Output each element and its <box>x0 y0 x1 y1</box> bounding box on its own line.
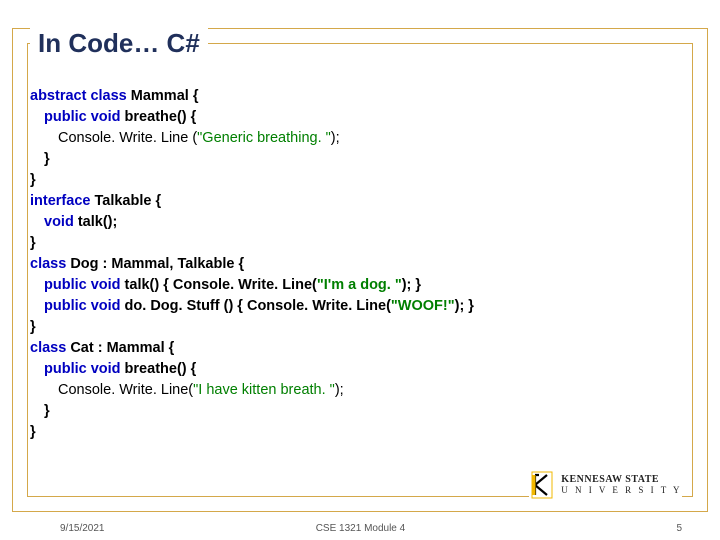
string-literal: "I have kitten breath. " <box>193 382 335 398</box>
footer-page-number: 5 <box>676 523 682 534</box>
keyword: public void <box>44 298 121 314</box>
footer-module: CSE 1321 Module 4 <box>45 523 677 534</box>
code-text: } <box>30 233 690 254</box>
code-text: breathe() { <box>121 109 197 125</box>
code-text: talk() { Console. Write. Line( <box>121 277 317 293</box>
keyword: class <box>30 340 66 356</box>
code-text: do. Dog. Stuff () { Console. Write. Line… <box>121 298 391 314</box>
keyword: public void <box>44 109 121 125</box>
code-text: ); } <box>455 298 474 314</box>
slide-title: In Code… C# <box>30 28 208 59</box>
keyword: void <box>44 214 74 230</box>
logo-line1: KENNESAW STATE <box>561 475 682 486</box>
code-text: ); } <box>402 277 421 293</box>
code-text: Console. Write. Line( <box>58 382 193 398</box>
string-literal: "I'm a dog. " <box>317 277 402 293</box>
keyword: abstract class <box>30 88 127 104</box>
keyword: public void <box>44 277 121 293</box>
logo-text: KENNESAW STATE U N I V E R S I T Y <box>561 475 682 495</box>
code-text: ); <box>331 130 340 146</box>
code-text: talk(); <box>74 214 118 230</box>
code-text: } <box>30 170 690 191</box>
string-literal: "Generic breathing. " <box>197 130 331 146</box>
code-text: } <box>30 317 690 338</box>
university-logo: KENNESAW STATE U N I V E R S I T Y <box>529 470 682 500</box>
code-text: Talkable { <box>90 193 161 209</box>
logo-line2: U N I V E R S I T Y <box>561 486 682 495</box>
code-block: abstract class Mammal { public void brea… <box>30 86 690 443</box>
keyword: interface <box>30 193 90 209</box>
code-text: } <box>44 401 690 422</box>
code-text: ); <box>335 382 344 398</box>
code-text: } <box>44 149 690 170</box>
keyword: public void <box>44 361 121 377</box>
keyword: class <box>30 256 66 272</box>
code-text: breathe() { <box>121 361 197 377</box>
code-text: Cat : Mammal { <box>66 340 174 356</box>
code-text: Mammal { <box>127 88 199 104</box>
string-literal: "WOOF!" <box>391 298 455 314</box>
code-text: Dog : Mammal, Talkable { <box>66 256 244 272</box>
code-text: Console. Write. Line ( <box>58 130 197 146</box>
logo-icon <box>529 470 555 500</box>
code-text: } <box>30 422 690 443</box>
slide-footer: 9/15/2021 CSE 1321 Module 4 5 <box>0 523 720 534</box>
